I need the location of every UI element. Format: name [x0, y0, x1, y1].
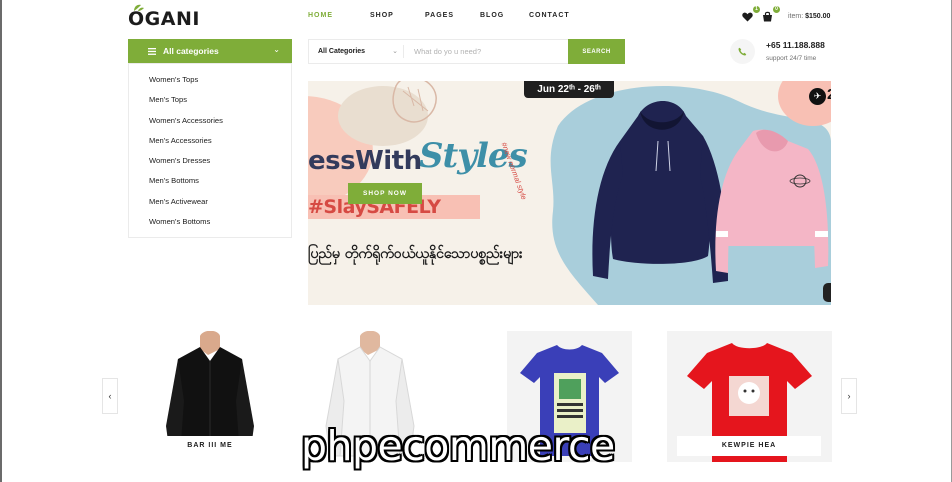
arrow-right-icon[interactable]: ›	[841, 378, 857, 414]
arrow-left-icon[interactable]: ‹	[102, 378, 118, 414]
product-label: BAR III ME	[164, 436, 256, 456]
logo[interactable]: OGANI	[128, 4, 200, 30]
search-bar: All Categories ⌄ SEARCH	[308, 39, 625, 64]
nav-contact[interactable]: CONTACT	[529, 12, 570, 19]
menu-icon	[148, 47, 156, 55]
hero-burmese-text: ပြည်မှ တိုက်ရိုက်ဝယ်ယူနိုင်သောပစ္စည်းမျာ…	[308, 246, 523, 262]
product-label: KEWPIE HEA	[677, 436, 821, 456]
shop-now-button[interactable]: SHOP NOW	[348, 183, 422, 204]
all-categories-button[interactable]: All categories ⌄	[128, 39, 292, 63]
category-item[interactable]: Women's Tops	[129, 70, 291, 90]
categories-title: All categories	[163, 46, 219, 56]
product-card[interactable]: KEWPIE HEA	[667, 331, 832, 462]
search-input[interactable]	[404, 40, 568, 63]
category-item[interactable]: Men's Tops	[129, 90, 291, 110]
search-category-value: All Categories	[318, 48, 366, 55]
carousel-handle[interactable]	[823, 283, 831, 302]
cart-total: item: $150.00	[788, 13, 830, 20]
category-item[interactable]: Men's Activewear	[129, 192, 291, 212]
nav-home[interactable]: HOME	[308, 12, 370, 19]
category-list: Women's Tops Men's Tops Women's Accessor…	[128, 63, 292, 238]
product-card[interactable]: BAR III ME	[128, 331, 293, 462]
plane-icon: ✈	[809, 88, 826, 105]
nav-shop[interactable]: SHOP	[370, 12, 425, 19]
chevron-down-icon: ⌄	[392, 48, 398, 55]
search-button[interactable]: SEARCH	[568, 39, 625, 64]
item-label: item:	[788, 12, 804, 20]
search-category-select[interactable]: All Categories ⌄	[309, 40, 403, 63]
leaf-icon	[134, 4, 144, 11]
support-phone: +65 11.188.888	[766, 40, 825, 50]
nav-pages[interactable]: PAGES	[425, 12, 480, 19]
bag-icon	[763, 11, 772, 22]
hero-headline: essWith	[308, 146, 422, 176]
item-total-value: $150.00	[805, 12, 831, 20]
main-nav: HOME SHOP PAGES BLOG CONTACT	[308, 12, 570, 19]
category-item[interactable]: Women's Accessories	[129, 111, 291, 131]
cart-button[interactable]: 0	[762, 6, 780, 23]
header-cart: 1 0 item: $150.00	[742, 6, 830, 23]
hero-banner: Jun 22ᵗʰ - 26ᵗʰ ✈ 2 Styles essWith #new …	[308, 81, 831, 305]
watermark-text: phpecommerce	[301, 422, 615, 470]
heart-icon	[742, 12, 753, 22]
chevron-down-icon: ⌄	[273, 45, 280, 54]
category-item[interactable]: Women's Bottoms	[129, 212, 291, 232]
phone-icon	[730, 39, 755, 64]
promo-date: Jun 22ᵗʰ - 26ᵗʰ	[524, 81, 614, 98]
wishlist-button[interactable]: 1	[742, 6, 760, 23]
category-item[interactable]: Women's Dresses	[129, 151, 291, 171]
window-edge	[0, 0, 2, 482]
nav-blog[interactable]: BLOG	[480, 12, 529, 19]
wishlist-count: 1	[753, 6, 760, 13]
category-item[interactable]: Men's Accessories	[129, 131, 291, 151]
category-item[interactable]: Men's Bottoms	[129, 171, 291, 191]
support-text: support 24/7 time	[766, 55, 817, 62]
promo-badge-text: 2	[827, 86, 831, 103]
cart-count: 0	[773, 6, 780, 13]
